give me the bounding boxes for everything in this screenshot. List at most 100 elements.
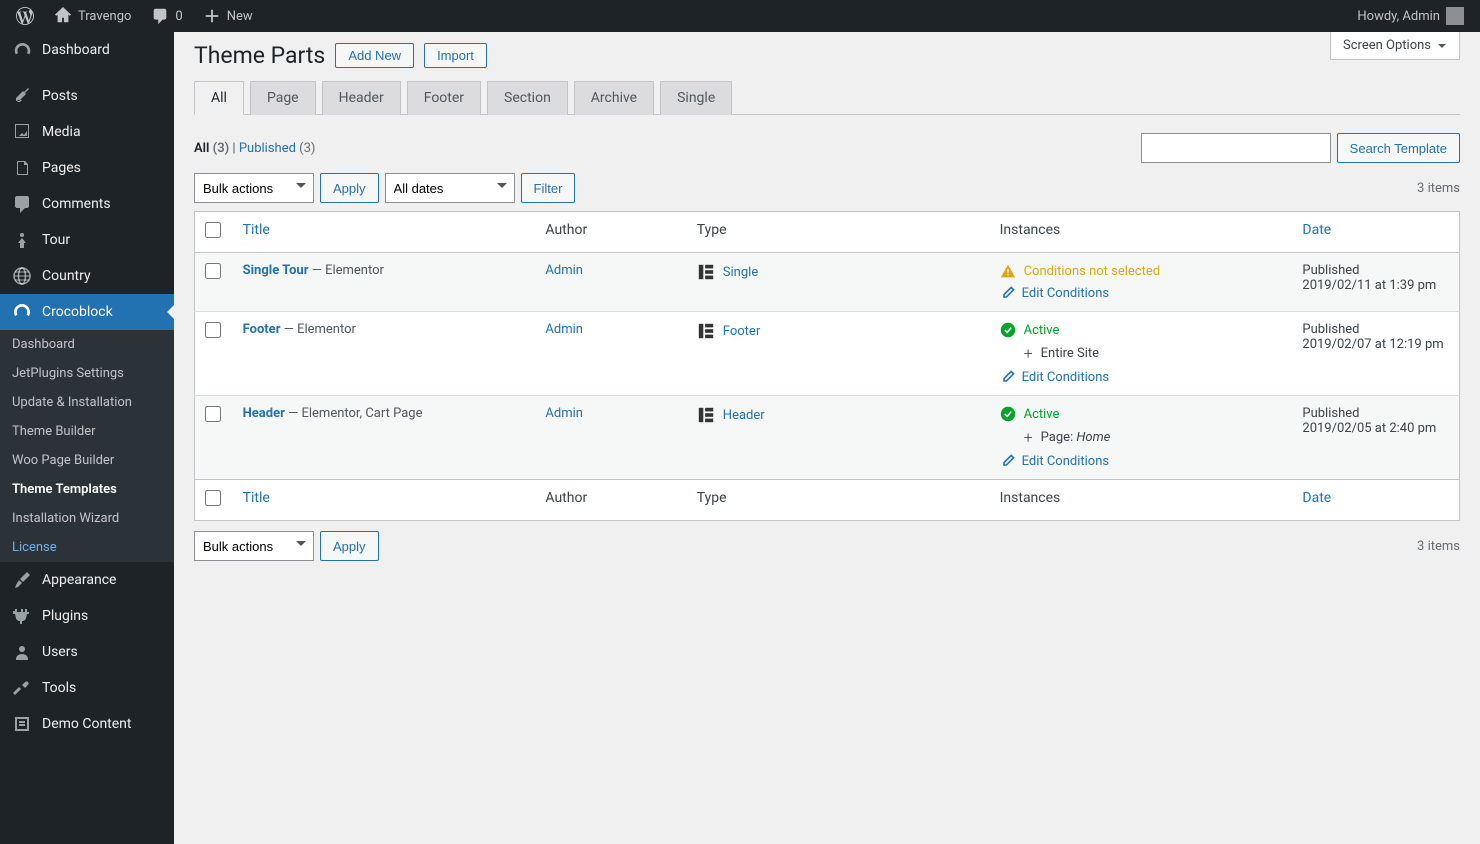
select-all-checkbox-bottom[interactable]: [205, 490, 221, 506]
media-icon: [12, 122, 32, 142]
admin-sidebar: Dashboard Posts Media Pages Comments Tou…: [0, 32, 174, 844]
row-title-link[interactable]: Single Tour: [243, 263, 309, 278]
bulk-apply-button-bottom[interactable]: Apply: [320, 531, 379, 561]
menu-media[interactable]: Media: [0, 114, 174, 150]
menu-crocoblock[interactable]: Crocoblock: [0, 294, 174, 330]
items-count-bottom: 3 items: [1417, 539, 1460, 554]
row-checkbox[interactable]: [205, 263, 221, 279]
row-type-link[interactable]: Header: [723, 408, 765, 423]
status-filter: All (3) | Published (3): [194, 141, 315, 156]
menu-demo-content[interactable]: Demo Content: [0, 706, 174, 742]
pin-icon: [12, 86, 32, 106]
import-button[interactable]: Import: [424, 43, 487, 68]
filter-button[interactable]: Filter: [521, 173, 576, 203]
edit-conditions-link[interactable]: Edit Conditions: [1000, 285, 1283, 301]
menu-country[interactable]: Country: [0, 258, 174, 294]
menu-tour[interactable]: Tour: [0, 222, 174, 258]
date-status: Published: [1302, 263, 1449, 278]
tab-section[interactable]: Section: [487, 81, 568, 115]
plug-icon: [12, 606, 32, 626]
submenu-dashboard[interactable]: Dashboard: [0, 330, 174, 359]
select-all-checkbox[interactable]: [205, 222, 221, 238]
bulk-apply-button[interactable]: Apply: [320, 173, 379, 203]
col-instances: Instances: [990, 212, 1293, 253]
row-title-link[interactable]: Footer: [243, 322, 281, 337]
col-date-foot[interactable]: Date: [1292, 480, 1459, 521]
table-row: Footer — Elementor Admin Footer Active: [195, 312, 1460, 396]
submenu-theme-builder[interactable]: Theme Builder: [0, 417, 174, 446]
tab-footer[interactable]: Footer: [407, 81, 481, 115]
submenu-theme-templates[interactable]: Theme Templates: [0, 475, 174, 504]
tab-page[interactable]: Page: [250, 81, 316, 115]
user-icon: [12, 642, 32, 662]
search-input[interactable]: [1141, 133, 1331, 163]
avatar: [1446, 7, 1464, 25]
menu-appearance[interactable]: Appearance: [0, 562, 174, 598]
col-instances-foot: Instances: [990, 480, 1293, 521]
elementor-icon: [697, 322, 715, 340]
col-title[interactable]: Title: [233, 212, 536, 253]
tab-archive[interactable]: Archive: [574, 81, 654, 115]
plus-icon: +: [1024, 428, 1033, 447]
menu-posts[interactable]: Posts: [0, 78, 174, 114]
my-account[interactable]: Howdy, Admin: [1349, 0, 1472, 32]
row-author-link[interactable]: Admin: [545, 322, 583, 337]
person-icon: [12, 230, 32, 250]
col-title-foot[interactable]: Title: [233, 480, 536, 521]
dates-select[interactable]: All dates: [385, 173, 515, 203]
menu-users[interactable]: Users: [0, 634, 174, 670]
menu-plugins[interactable]: Plugins: [0, 598, 174, 634]
bulk-actions-select-bottom[interactable]: Bulk actions: [194, 531, 314, 561]
menu-pages[interactable]: Pages: [0, 150, 174, 186]
row-type-link[interactable]: Footer: [723, 324, 760, 339]
menu-dashboard[interactable]: Dashboard: [0, 32, 174, 68]
bulk-actions-select[interactable]: Bulk actions: [194, 173, 314, 203]
col-type: Type: [687, 212, 990, 253]
comments-link[interactable]: 0: [143, 0, 190, 32]
type-tabs: All Page Header Footer Section Archive S…: [194, 81, 1460, 115]
new-content[interactable]: New: [195, 0, 261, 32]
comments-icon: [12, 194, 32, 214]
edit-conditions-link[interactable]: Edit Conditions: [1000, 369, 1283, 385]
plus-icon: +: [1024, 344, 1033, 363]
filter-published[interactable]: Published (3): [239, 141, 316, 156]
wp-logo[interactable]: [8, 0, 42, 32]
submenu-license[interactable]: License: [0, 533, 174, 562]
date-text: 2019/02/07 at 12:19 pm: [1302, 337, 1449, 352]
screen-options-toggle[interactable]: Screen Options: [1330, 32, 1460, 60]
row-checkbox[interactable]: [205, 406, 221, 422]
tab-all[interactable]: All: [194, 81, 244, 115]
comments-count: 0: [175, 9, 182, 24]
date-status: Published: [1302, 406, 1449, 421]
chevron-down-icon: [1437, 41, 1447, 51]
row-type-link[interactable]: Single: [723, 265, 758, 280]
row-author-link[interactable]: Admin: [545, 263, 583, 278]
edit-conditions-link[interactable]: Edit Conditions: [1000, 453, 1283, 469]
submenu-woo-builder[interactable]: Woo Page Builder: [0, 446, 174, 475]
menu-tools[interactable]: Tools: [0, 670, 174, 706]
templates-table: Title Author Type Instances Date Single …: [194, 211, 1460, 521]
tab-single[interactable]: Single: [660, 81, 732, 115]
search-button[interactable]: Search Template: [1337, 133, 1460, 163]
row-author-link[interactable]: Admin: [545, 406, 583, 421]
col-date[interactable]: Date: [1292, 212, 1459, 253]
status-text: Active: [1024, 323, 1060, 338]
site-name[interactable]: Travengo: [46, 0, 139, 32]
menu-comments[interactable]: Comments: [0, 186, 174, 222]
submenu-jetplugins[interactable]: JetPlugins Settings: [0, 359, 174, 388]
row-title-link[interactable]: Header: [243, 406, 285, 421]
wrench-icon: [12, 678, 32, 698]
add-new-button[interactable]: Add New: [335, 43, 414, 68]
submenu-update[interactable]: Update & Installation: [0, 388, 174, 417]
elementor-icon: [697, 406, 715, 424]
comment-icon: [151, 7, 169, 25]
date-text: 2019/02/11 at 1:39 pm: [1302, 278, 1449, 293]
filter-all[interactable]: All (3): [194, 141, 229, 156]
wordpress-icon: [16, 7, 34, 25]
row-checkbox[interactable]: [205, 322, 221, 338]
col-author-foot: Author: [535, 480, 686, 521]
submenu-install-wizard[interactable]: Installation Wizard: [0, 504, 174, 533]
tab-header[interactable]: Header: [322, 81, 401, 115]
check-circle-icon: [1000, 406, 1016, 422]
scope-text: Page: Home: [1041, 430, 1111, 445]
